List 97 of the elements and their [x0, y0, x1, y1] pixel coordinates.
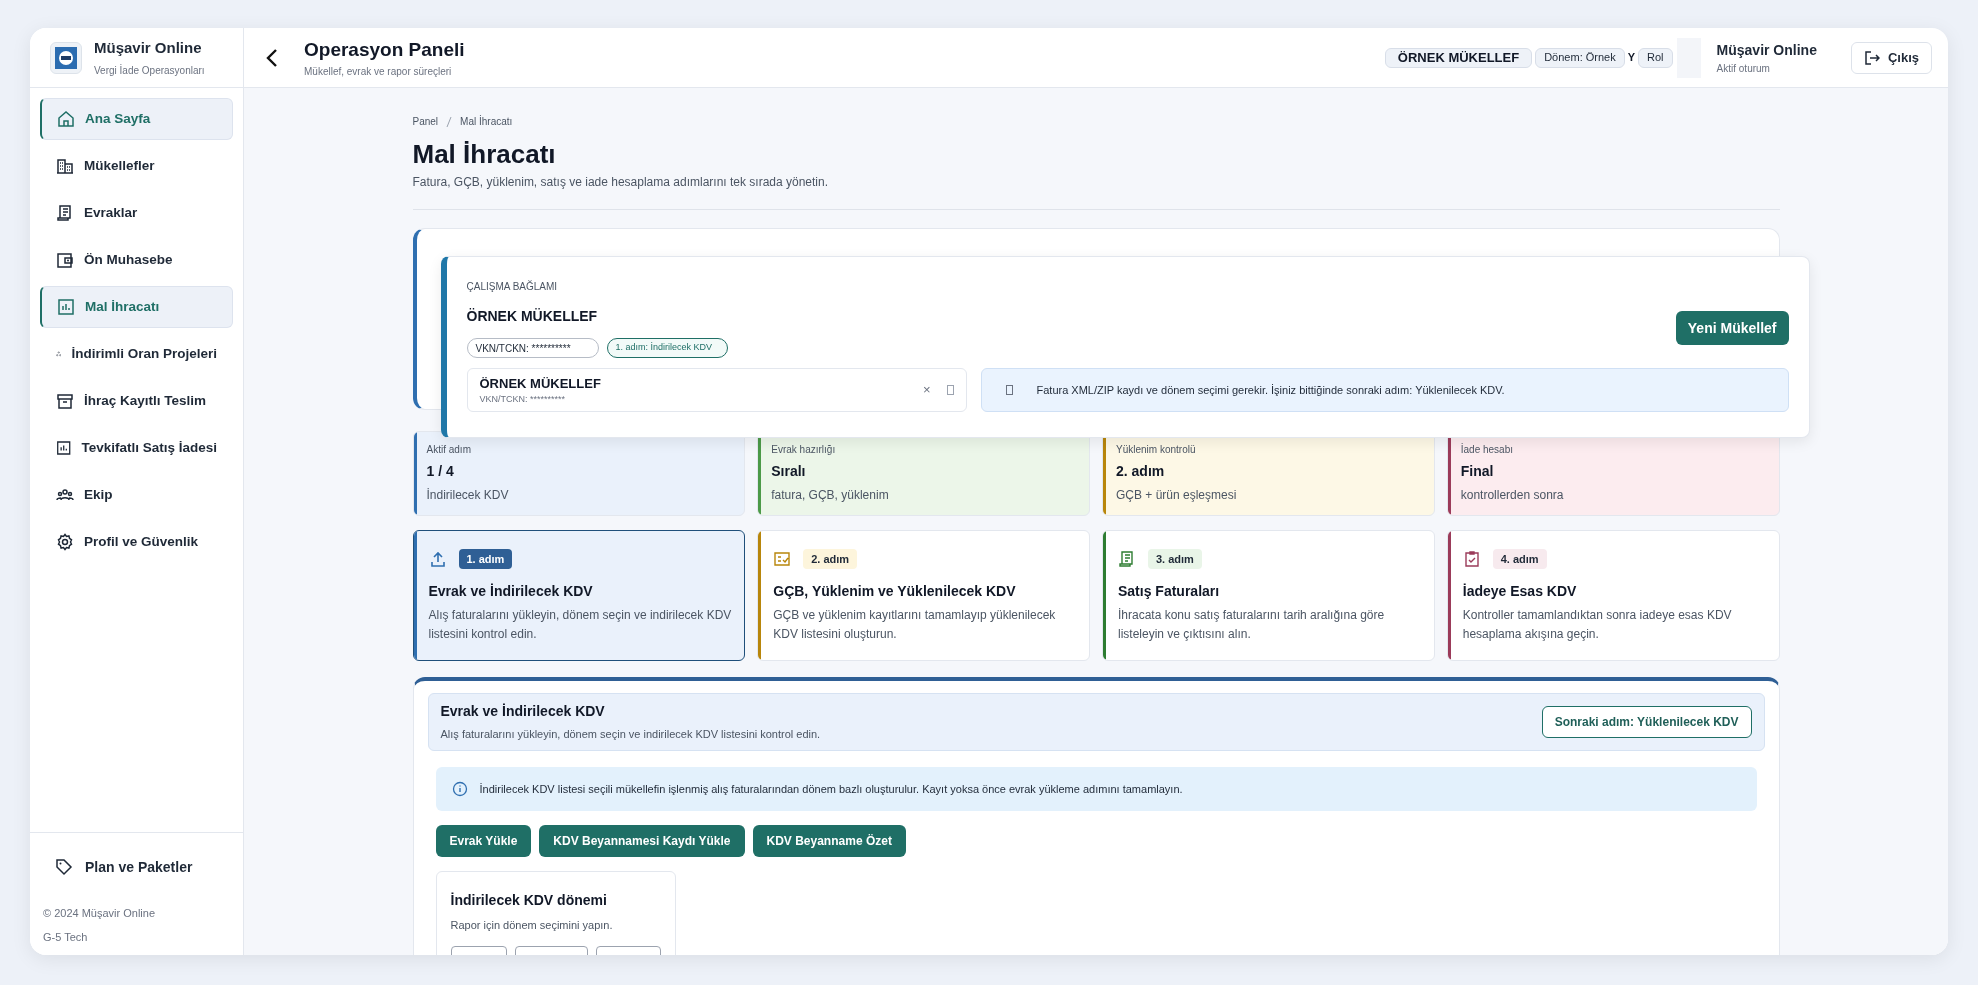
- section-subtitle: Alış faturalarını yükleyin, dönem seçin ve indirilecek KDV listesini kontrol edin.: [440, 727, 821, 743]
- home-icon: [57, 110, 75, 128]
- chart-icon: [56, 439, 72, 457]
- sidebar-item[interactable]: İhraç Kayıtlı Teslim: [40, 380, 233, 422]
- notice-text: Fatura XML/ZIP kaydı ve dönem seçimi gerekir. İşiniz bittiğinde sonraki adım: Yüklenilecek KDV.: [1036, 382, 1505, 398]
- header-pill: Rol: [1638, 47, 1673, 68]
- header-subtitle: Mükellef, evrak ve rapor süreçleri: [304, 65, 453, 80]
- header-title: Operasyon Paneli: [304, 37, 465, 62]
- step-badge: 2. adım: [803, 549, 858, 569]
- summary-value: Sıralı: [771, 462, 807, 481]
- logo-icon: [50, 41, 82, 74]
- step-card[interactable]: 1. adım Evrak ve İndirilecek KDV Alış faturalarını yükleyin, dönem seçin ve indirilecek KDV listesini kontrol edin.: [412, 530, 746, 661]
- header-pill: Dönem: Örnek: [1535, 47, 1625, 68]
- step-title: Satış Faturaları: [1118, 582, 1221, 601]
- summary-note: fatura, GÇB, yüklenim: [771, 487, 889, 504]
- info-text: İndirilecek KDV listesi seçili mükellefin işlenmiş alış faturalarından dönem bazlı oluşturulur. Kayıt yoksa önce evrak yükleme adımını tamamlayın.: [479, 781, 1183, 797]
- dropdown-icon: [946, 385, 954, 395]
- summary-value: 2. adım: [1116, 462, 1166, 481]
- summary-note: kontrollerden sonra: [1460, 487, 1564, 504]
- summary-label: Aktif adım: [426, 443, 472, 457]
- chart-icon: [57, 298, 75, 316]
- summary-value: 1 / 4: [426, 462, 455, 481]
- breadcrumb-separator-icon: [446, 116, 453, 127]
- summary-note: GÇB + ürün eşleşmesi: [1116, 487, 1237, 504]
- logout-button[interactable]: Çıkış: [1850, 41, 1932, 74]
- context-name: ÖRNEK MÜKELLEF: [466, 307, 599, 326]
- sidebar-item[interactable]: İndirimli Oran Projeleri: [40, 333, 233, 375]
- summary-label: Yüklenim kontrolü: [1116, 443, 1197, 457]
- step-badge: 1. adım: [458, 549, 513, 569]
- breadcrumb-link[interactable]: Panel: [412, 114, 439, 129]
- page-subtitle: Fatura, GÇB, yüklenim, satış ve iade hesaplama adımlarını tek sırada yönetin.: [412, 174, 830, 191]
- step-description: İhracata konu satış faturalarını tarih aralığına göre listeleyin ve çıktısını alın.: [1118, 607, 1386, 643]
- step-card[interactable]: 4. adım İadeye Esas KDV Kontroller tamamlandıktan sonra iadeye esas KDV hesaplama akışına geçin.: [1446, 530, 1780, 661]
- period-subtitle: Rapor için dönem seçimini yapın.: [450, 918, 614, 933]
- sidebar-item[interactable]: Evraklar: [40, 192, 233, 234]
- user-status: Aktif oturum: [1716, 61, 1771, 76]
- clear-icon[interactable]: ×: [922, 380, 931, 400]
- company-text: G-5 Tech: [43, 929, 89, 945]
- step-description: Alış faturalarını yükleyin, dönem seçin ve indirilecek KDV listesini kontrol edin.: [428, 607, 733, 643]
- sidebar-item[interactable]: Mal İhracatı: [40, 286, 233, 328]
- sidebar-item[interactable]: Plan ve Paketler: [40, 847, 233, 887]
- chevron-left-icon: [265, 47, 279, 68]
- page-title: Mal İhracatı: [412, 138, 557, 171]
- summary-label: İade hesabı: [1460, 442, 1514, 457]
- action-button[interactable]: KDV Beyannamesi Kaydı Yükle: [539, 825, 745, 857]
- summary-value: Final: [1460, 462, 1495, 481]
- action-button[interactable]: Evrak Yükle: [435, 825, 532, 857]
- step-badge: 3. adım: [1148, 549, 1202, 569]
- upload-icon: [428, 550, 447, 568]
- info-icon: [1005, 385, 1013, 395]
- taxpayer-id: VKN/TCKN: **********: [479, 393, 567, 406]
- checklist-icon: [773, 550, 792, 568]
- document-icon: [56, 204, 74, 222]
- period-option[interactable]: [515, 945, 588, 955]
- logout-icon: [1863, 49, 1880, 66]
- step-description: Kontroller tamamlandıktan sonra iadeye esas KDV hesaplama akışına geçin.: [1462, 607, 1733, 643]
- header-text: Y: [1627, 50, 1636, 66]
- receipt-icon: [1118, 550, 1136, 568]
- settings-icon: [56, 533, 74, 551]
- selected-taxpayer: ÖRNEK MÜKELLEF: [479, 374, 602, 393]
- new-taxpayer-button[interactable]: Yeni Mükellef: [1675, 311, 1789, 345]
- sidebar-item[interactable]: Ekip: [40, 474, 233, 516]
- next-step-button[interactable]: Sonraki adım: Yüklenilecek KDV: [1541, 706, 1752, 738]
- user-name: Müşavir Online: [1716, 40, 1817, 60]
- summary-note: İndirilecek KDV: [426, 487, 509, 504]
- summary-label: Evrak hazırlığı: [771, 443, 837, 457]
- section-title: Evrak ve İndirilecek KDV: [440, 702, 606, 722]
- step-title: Evrak ve İndirilecek KDV: [428, 582, 594, 601]
- wallet-icon: [56, 251, 74, 269]
- sidebar-item[interactable]: Ana Sayfa: [40, 98, 233, 140]
- period-title: İndirilecek KDV dönemi: [450, 891, 608, 910]
- step-card[interactable]: 3. adım Satış Faturaları İhracata konu satış faturalarını tarih aralığına göre listeleyin ve çıktısını alın.: [1102, 530, 1435, 661]
- info-icon: [451, 781, 468, 797]
- step-description: GÇB ve yüklenim kayıtlarını tamamlayıp yüklenilecek KDV listesini oluşturun.: [773, 607, 1057, 643]
- header-pill: ÖRNEK MÜKELLEF: [1384, 47, 1533, 68]
- copyright-text: © 2024 Müşavir Online: [43, 906, 157, 921]
- taxpayer-select[interactable]: ÖRNEK MÜKELLEF VKN/TCKN: ********** ×: [466, 368, 967, 412]
- archive-icon: [56, 392, 74, 410]
- period-option[interactable]: [450, 945, 508, 955]
- tag-icon: [55, 858, 73, 876]
- sidebar-item[interactable]: Tevkifatlı Satış İadesi: [40, 427, 233, 469]
- context-label: ÇALIŞMA BAĞLAMI: [466, 279, 559, 294]
- action-button[interactable]: KDV Beyanname Özet: [752, 825, 906, 857]
- step-badge: 4. adım: [1492, 549, 1547, 569]
- sidebar-item[interactable]: Profil ve Güvenlik: [40, 521, 233, 563]
- period-option[interactable]: [595, 945, 661, 955]
- step-title: İadeye Esas KDV: [1462, 582, 1578, 601]
- breadcrumb-current: Mal İhracatı: [460, 114, 513, 129]
- step-card[interactable]: 2. adım GÇB, Yüklenim ve Yüklenilecek KDV GÇB ve yüklenim kayıtlarını tamamlayıp yüklenilecek KDV listesini oluşturun.: [757, 530, 1090, 661]
- clipboard-check-icon: [1462, 550, 1481, 568]
- sidebar-item[interactable]: Ön Muhasebe: [40, 239, 233, 281]
- brand-title: Müşavir Online: [94, 37, 203, 58]
- brand-subtitle: Vergi İade Operasyonları: [94, 63, 205, 79]
- context-tag: 1. adım: İndirilecek KDV: [606, 338, 728, 358]
- step-title: GÇB, Yüklenim ve Yüklenilecek KDV: [773, 582, 1017, 601]
- sidebar-item[interactable]: Mükellefler: [40, 145, 233, 187]
- buildings-icon: [56, 157, 74, 175]
